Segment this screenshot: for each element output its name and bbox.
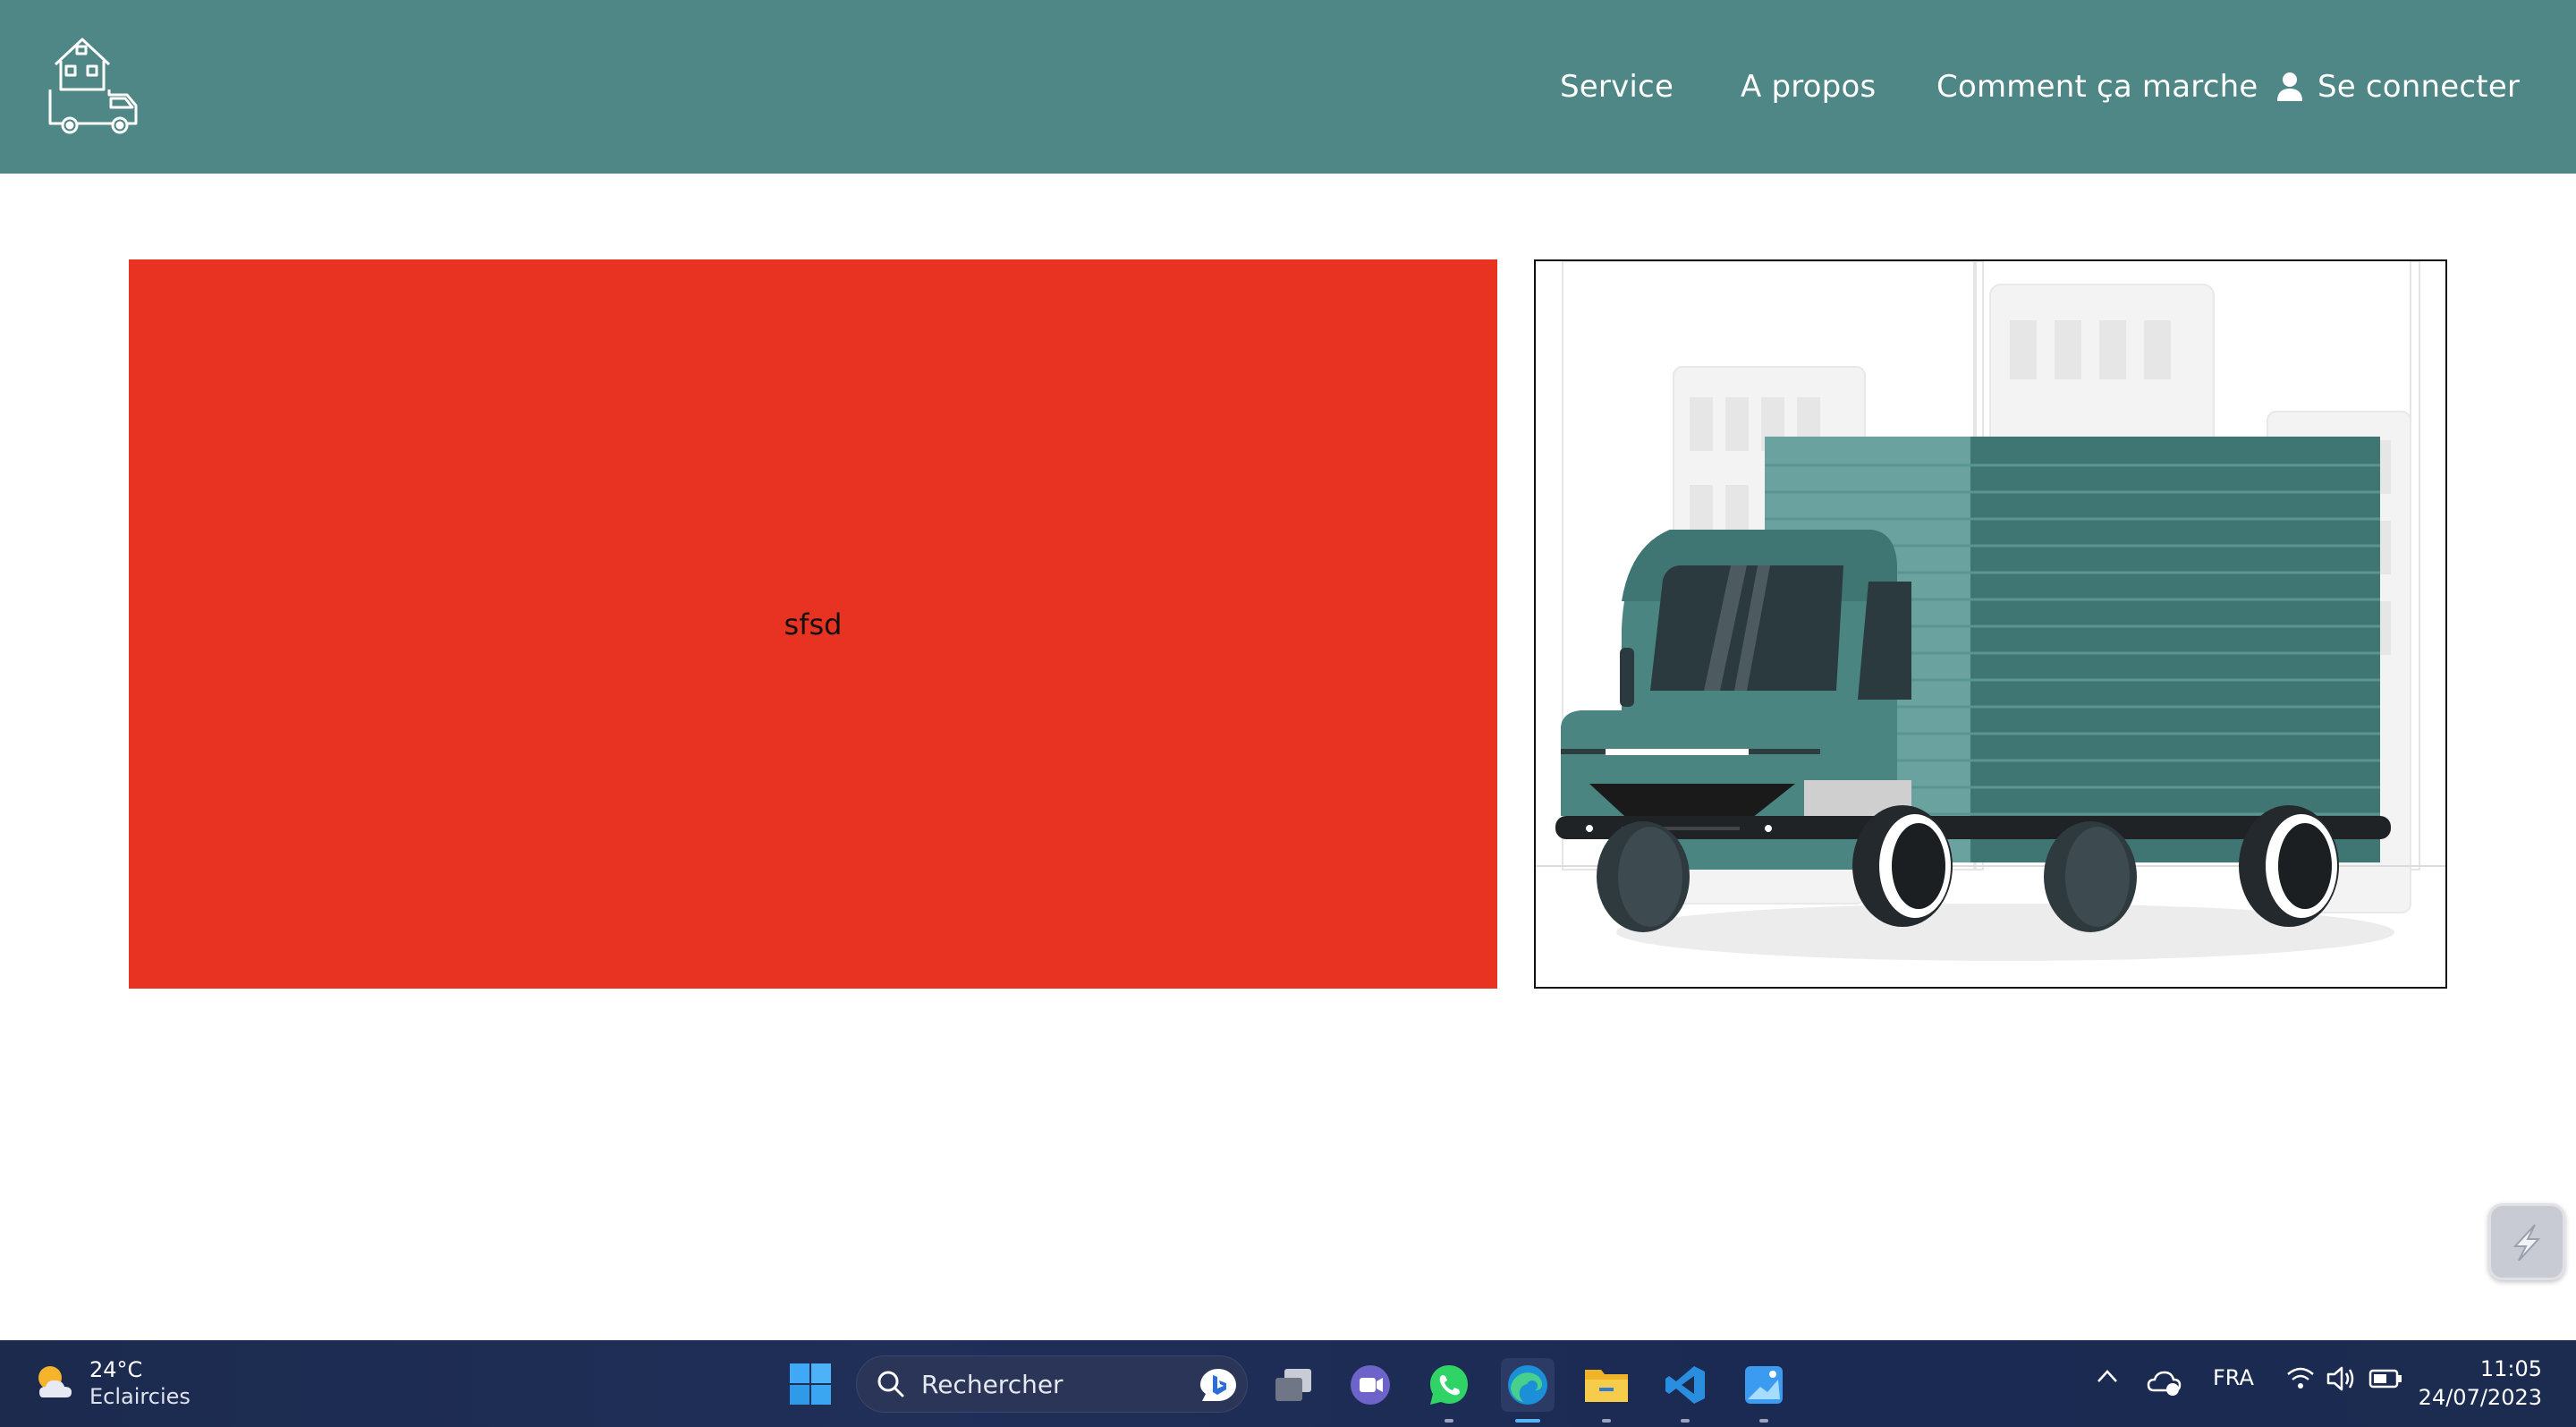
partly-sunny-icon <box>38 1366 72 1397</box>
lightning-icon <box>2512 1224 2541 1261</box>
file-explorer-icon[interactable] <box>1580 1358 1633 1423</box>
windows-taskbar: 24°C Eclaircies Rechercher FRA 11:05 24/… <box>0 1340 2576 1427</box>
bing-chat-icon[interactable] <box>1199 1367 1238 1403</box>
house-truck-logo-icon[interactable] <box>47 34 147 134</box>
clock-date: 24/07/2023 <box>2418 1385 2542 1410</box>
taskbar-search-box[interactable] <box>856 1355 1248 1413</box>
weather-widget[interactable]: 24°C Eclaircies <box>30 1356 191 1410</box>
floating-assistant-button[interactable] <box>2488 1203 2565 1280</box>
language-indicator[interactable]: FRA <box>2213 1365 2254 1390</box>
chevron-up-icon[interactable] <box>2097 1367 2118 1389</box>
weather-temp: 24°C <box>89 1357 143 1382</box>
weather-desc: Eclaircies <box>89 1384 191 1409</box>
wifi-icon[interactable] <box>2286 1365 2315 1396</box>
nav-a-propos-link[interactable]: A propos <box>1741 0 1876 174</box>
nav-service-link[interactable]: Service <box>1560 0 1674 174</box>
battery-icon[interactable] <box>2368 1367 2402 1394</box>
clock-time: 11:05 <box>2479 1356 2542 1381</box>
teams-chat-icon[interactable] <box>1343 1358 1397 1412</box>
windows-start-icon[interactable] <box>789 1363 832 1409</box>
login-label: Se connecter <box>2318 69 2521 105</box>
photos-icon[interactable] <box>1737 1358 1791 1423</box>
volume-icon[interactable] <box>2326 1364 2356 1397</box>
nav-comment-ca-marche-link[interactable]: Comment ça marche <box>1936 0 2258 174</box>
edge-icon[interactable] <box>1501 1358 1555 1423</box>
onedrive-sync-icon[interactable] <box>2147 1365 2182 1401</box>
truck-illustration-frame <box>1534 259 2447 989</box>
search-icon <box>877 1371 904 1397</box>
search-input[interactable] <box>921 1369 1190 1399</box>
vscode-icon[interactable] <box>1658 1358 1712 1423</box>
taskbar-clock[interactable]: 11:05 24/07/2023 <box>2419 1355 2542 1412</box>
user-icon <box>2277 72 2302 101</box>
panel-text: sfsd <box>784 607 843 641</box>
red-content-panel: sfsd <box>129 259 1497 989</box>
task-view-icon[interactable] <box>1267 1358 1320 1412</box>
delivery-truck-illustration <box>1536 261 2445 961</box>
login-link[interactable]: Se connecter <box>2276 0 2520 174</box>
site-header: Service A propos Comment ça marche Se co… <box>0 0 2576 174</box>
whatsapp-icon[interactable] <box>1422 1358 1476 1423</box>
